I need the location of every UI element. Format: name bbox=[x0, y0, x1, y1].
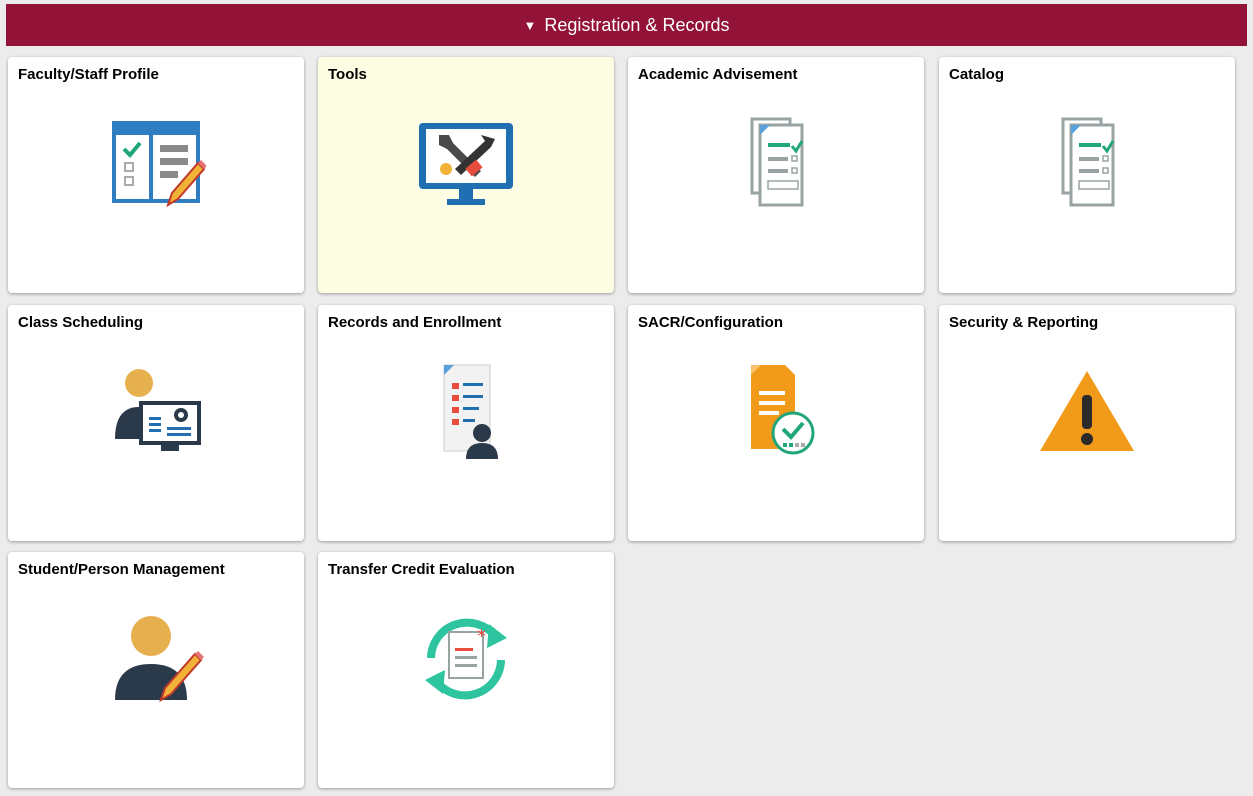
tile-label: SACR/Configuration bbox=[638, 314, 783, 331]
triangle-down-icon: ▼ bbox=[523, 17, 537, 33]
tile-label: Academic Advisement bbox=[638, 66, 798, 83]
warning-icon bbox=[939, 361, 1235, 461]
checklist-documents-icon bbox=[628, 113, 924, 213]
tools-monitor-icon bbox=[318, 113, 614, 213]
tile-label: Transfer Credit Evaluation bbox=[328, 561, 515, 578]
tile-label: Class Scheduling bbox=[18, 314, 144, 331]
tile-sacr-configuration[interactable]: SACR/Configuration bbox=[628, 305, 924, 541]
tile-label: Security & Reporting bbox=[949, 314, 1099, 331]
tile-security-reporting[interactable]: Security & Reporting bbox=[939, 305, 1235, 541]
tile-tools[interactable]: Tools bbox=[318, 57, 614, 293]
tile-student-person-management[interactable]: Student/Person Management bbox=[8, 552, 304, 788]
document-person-icon bbox=[318, 361, 614, 461]
tile-academic-advisement[interactable]: Academic Advisement bbox=[628, 57, 924, 293]
person-edit-icon bbox=[8, 608, 304, 708]
svg-text:*: * bbox=[477, 626, 486, 647]
tile-faculty-staff-profile[interactable]: Faculty/Staff Profile bbox=[8, 57, 304, 293]
tile-class-scheduling[interactable]: Class Scheduling bbox=[8, 305, 304, 541]
section-title: Registration & Records bbox=[544, 14, 730, 35]
tile-label: Student/Person Management bbox=[18, 561, 225, 578]
tile-label: Faculty/Staff Profile bbox=[18, 66, 159, 83]
profile-form-edit-icon bbox=[8, 113, 304, 213]
tile-records-and-enrollment[interactable]: Records and Enrollment bbox=[318, 305, 614, 541]
tile-catalog[interactable]: Catalog bbox=[939, 57, 1235, 293]
checklist-documents-icon bbox=[939, 113, 1235, 213]
tile-label: Catalog bbox=[949, 66, 1005, 83]
person-monitor-settings-icon bbox=[8, 361, 304, 461]
document-transfer-icon: * bbox=[318, 608, 614, 708]
section-header-registration-records[interactable]: ▼ Registration & Records bbox=[6, 4, 1247, 46]
tile-label: Tools bbox=[328, 66, 367, 83]
tile-transfer-credit-evaluation[interactable]: Transfer Credit Evaluation * bbox=[318, 552, 614, 788]
tile-label: Records and Enrollment bbox=[328, 314, 502, 331]
document-approved-icon bbox=[628, 361, 924, 461]
